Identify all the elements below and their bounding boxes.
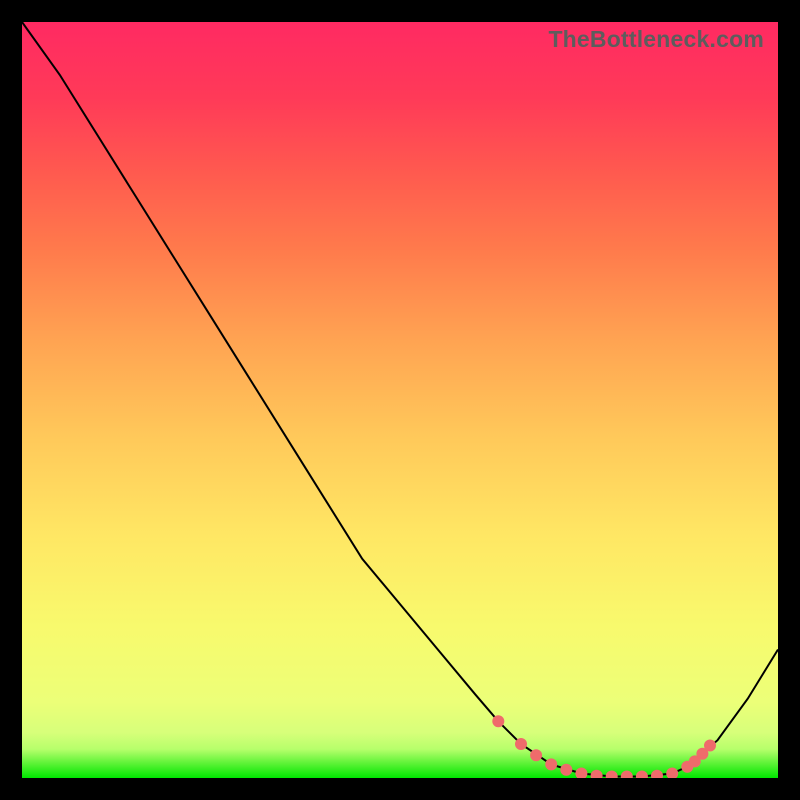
marker-dot [704, 740, 716, 752]
chart-stage: TheBottleneck.com [0, 0, 800, 800]
marker-dot [666, 768, 678, 779]
marker-dot [575, 768, 587, 779]
plot-area: TheBottleneck.com [22, 22, 778, 778]
marker-dot [560, 764, 572, 776]
marker-dot [545, 758, 557, 770]
bottleneck-curve [22, 22, 778, 777]
marker-dot [515, 738, 527, 750]
marker-dot [492, 715, 504, 727]
marker-dot [636, 771, 648, 779]
marker-dot [591, 770, 603, 778]
marker-dot [621, 771, 633, 779]
marker-dot [530, 749, 542, 761]
marker-dot [606, 771, 618, 779]
marker-dot [651, 770, 663, 778]
chart-overlay [22, 22, 778, 778]
marker-dots-group [492, 715, 716, 778]
